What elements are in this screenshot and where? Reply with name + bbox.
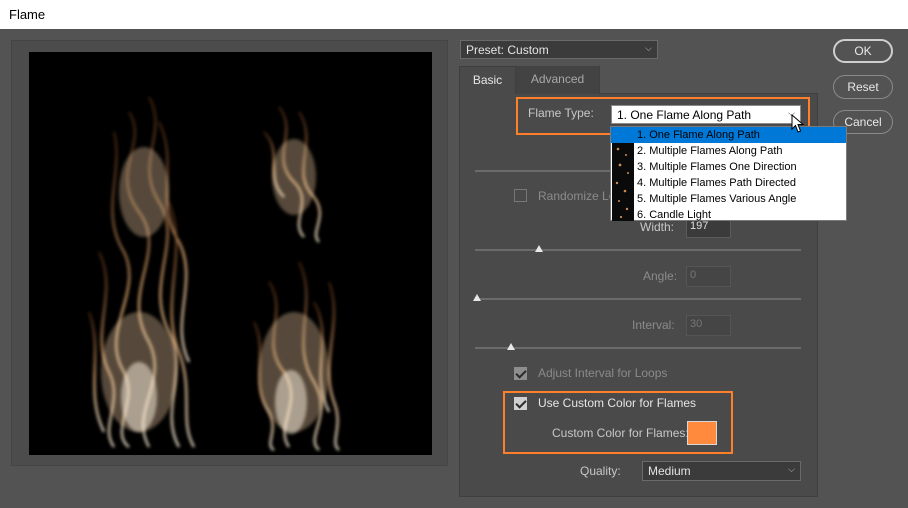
width-label: Width: [640, 220, 675, 234]
angle-slider[interactable] [473, 294, 801, 301]
length-slider[interactable] [475, 170, 610, 172]
width-slider-thumb[interactable] [535, 245, 543, 252]
preset-select[interactable]: Preset: Custom ⌵ [460, 40, 658, 59]
angle-input[interactable]: 0 [686, 266, 731, 287]
tab-advanced[interactable]: Advanced [516, 66, 600, 94]
mouse-pointer-icon [791, 113, 805, 137]
flame-preview-image [87, 96, 340, 451]
tab-basic[interactable]: Basic [459, 66, 516, 94]
quality-value: Medium [648, 464, 691, 478]
angle-label: Angle: [643, 269, 678, 283]
reset-button[interactable]: Reset [833, 75, 893, 99]
title-bar: Flame [0, 0, 908, 29]
quality-label: Quality: [580, 464, 621, 478]
flame-type-option[interactable]: 6. Candle Light [611, 207, 846, 221]
flame-type-option[interactable]: 5. Multiple Flames Various Angle [611, 191, 846, 207]
flame-type-option[interactable]: 2. Multiple Flames Along Path [611, 143, 846, 159]
flame-type-option[interactable]: 4. Multiple Flames Path Directed [611, 175, 846, 191]
flame-type-select[interactable]: 1. One Flame Along Path ⌵ [611, 105, 801, 124]
interval-slider[interactable] [475, 343, 801, 350]
chevron-down-icon: ⌵ [645, 43, 652, 53]
custom-color-swatch-label: Custom Color for Flames: [552, 426, 689, 440]
flame-type-label: Flame Type: [528, 106, 594, 120]
custom-color-checkbox[interactable] [514, 397, 527, 410]
flame-type-option[interactable]: 3. Multiple Flames One Direction [611, 159, 846, 175]
flame-type-dropdown: 1. One Flame Along Path 2. Multiple Flam… [610, 126, 847, 221]
preview-panel [11, 40, 448, 466]
ok-button[interactable]: OK [833, 39, 893, 63]
chevron-down-icon: ⌵ [788, 464, 795, 474]
angle-slider-thumb[interactable] [473, 294, 481, 301]
quality-select[interactable]: Medium ⌵ [642, 461, 801, 481]
preset-label: Preset: Custom [466, 43, 549, 57]
custom-color-swatch[interactable] [687, 421, 717, 445]
flame-dialog: Preset: Custom ⌵ OK Reset Cancel Basic A… [0, 29, 908, 508]
flame-type-option[interactable]: 1. One Flame Along Path [611, 127, 846, 143]
window-title: Flame [9, 7, 46, 22]
custom-color-label: Use Custom Color for Flames [538, 396, 697, 410]
flame-type-value: 1. One Flame Along Path [617, 108, 752, 122]
randomize-checkbox[interactable] [514, 189, 527, 202]
interval-label: Interval: [632, 318, 675, 332]
flame-preview[interactable] [29, 52, 432, 455]
width-slider[interactable] [475, 245, 801, 252]
interval-slider-thumb[interactable] [507, 343, 515, 350]
adjust-interval-checkbox[interactable] [514, 367, 527, 380]
flame-thumbnail-strip [612, 143, 634, 221]
adjust-interval-label: Adjust Interval for Loops [538, 366, 668, 380]
interval-input[interactable]: 30 [686, 315, 731, 336]
